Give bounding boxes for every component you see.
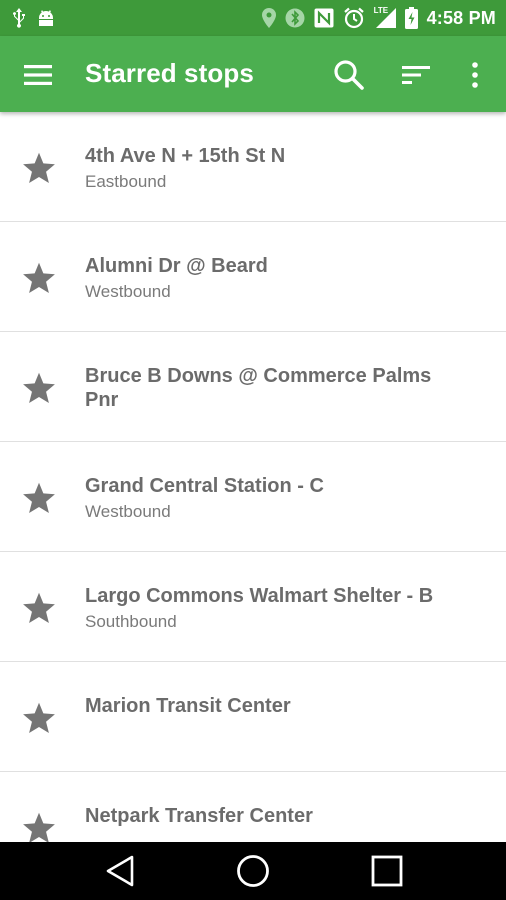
search-icon (334, 60, 364, 90)
more-options-button[interactable] (462, 56, 488, 94)
search-button[interactable] (330, 56, 368, 94)
star-icon[interactable] (21, 150, 57, 186)
stop-name: Grand Central Station - C (85, 475, 324, 497)
lte-label: LTE (373, 6, 389, 15)
stop-name: Largo Commons Walmart Shelter - B (85, 585, 434, 607)
stop-name: Marion Transit Center (85, 695, 291, 717)
star-icon[interactable] (21, 370, 57, 406)
sort-button[interactable] (398, 58, 434, 92)
stop-name: Bruce B Downs @ Commerce Palms Pnr (85, 365, 432, 411)
list-item[interactable]: Marion Transit Center (0, 662, 506, 772)
stop-text: Netpark Transfer Center (85, 804, 466, 831)
android-debug-icon (36, 9, 56, 27)
list-item[interactable]: Largo Commons Walmart Shelter - B Southb… (0, 552, 506, 662)
bluetooth-icon (285, 8, 305, 28)
signal-icon: LTE (373, 6, 396, 28)
stop-text: Alumni Dr @ Beard Westbound (85, 254, 466, 303)
navigation-bar (0, 842, 506, 900)
menu-button[interactable] (20, 58, 56, 92)
status-bar: LTE 4:58 PM (0, 0, 506, 36)
alarm-icon (343, 7, 365, 29)
nfc-icon (314, 8, 334, 28)
stop-direction: Eastbound (85, 172, 167, 191)
page-title: Starred stops (85, 58, 254, 88)
location-icon (261, 8, 276, 28)
star-icon[interactable] (21, 700, 57, 736)
list-item[interactable]: Alumni Dr @ Beard Westbound (0, 222, 506, 332)
stop-name: 4th Ave N + 15th St N (85, 145, 286, 167)
star-icon[interactable] (21, 260, 57, 296)
back-icon (106, 855, 134, 887)
menu-icon (24, 65, 52, 85)
star-icon[interactable] (21, 590, 57, 626)
list-item[interactable]: Grand Central Station - C Westbound (0, 442, 506, 552)
stop-text: Bruce B Downs @ Commerce Palms Pnr (85, 364, 466, 415)
list-item[interactable]: 4th Ave N + 15th St N Eastbound (0, 112, 506, 222)
home-icon (237, 855, 269, 887)
star-icon[interactable] (21, 480, 57, 516)
recents-icon (371, 855, 403, 887)
stop-text: Grand Central Station - C Westbound (85, 474, 466, 523)
list-item[interactable]: Netpark Transfer Center (0, 772, 506, 842)
stop-direction: Westbound (85, 282, 171, 301)
stop-name: Netpark Transfer Center (85, 805, 313, 827)
status-left (12, 8, 56, 28)
recents-button[interactable] (365, 851, 409, 891)
list-item[interactable]: Bruce B Downs @ Commerce Palms Pnr (0, 332, 506, 442)
stop-direction: Westbound (85, 502, 171, 521)
stop-direction: Southbound (85, 612, 177, 631)
status-right: LTE 4:58 PM (261, 6, 496, 29)
battery-charging-icon (404, 7, 418, 29)
stop-name: Alumni Dr @ Beard (85, 255, 268, 277)
home-button[interactable] (231, 851, 275, 891)
sort-icon (402, 66, 430, 84)
back-button[interactable] (98, 851, 142, 891)
usb-icon (12, 8, 26, 28)
stop-text: Marion Transit Center (85, 694, 466, 721)
stop-text: 4th Ave N + 15th St N Eastbound (85, 144, 466, 193)
stop-text: Largo Commons Walmart Shelter - B Southb… (85, 584, 466, 633)
app-bar: Starred stops (0, 36, 506, 112)
starred-stops-list[interactable]: 4th Ave N + 15th St N Eastbound Alumni D… (0, 112, 506, 842)
star-icon[interactable] (21, 810, 57, 842)
status-time: 4:58 PM (426, 7, 496, 28)
more-vert-icon (472, 62, 478, 88)
